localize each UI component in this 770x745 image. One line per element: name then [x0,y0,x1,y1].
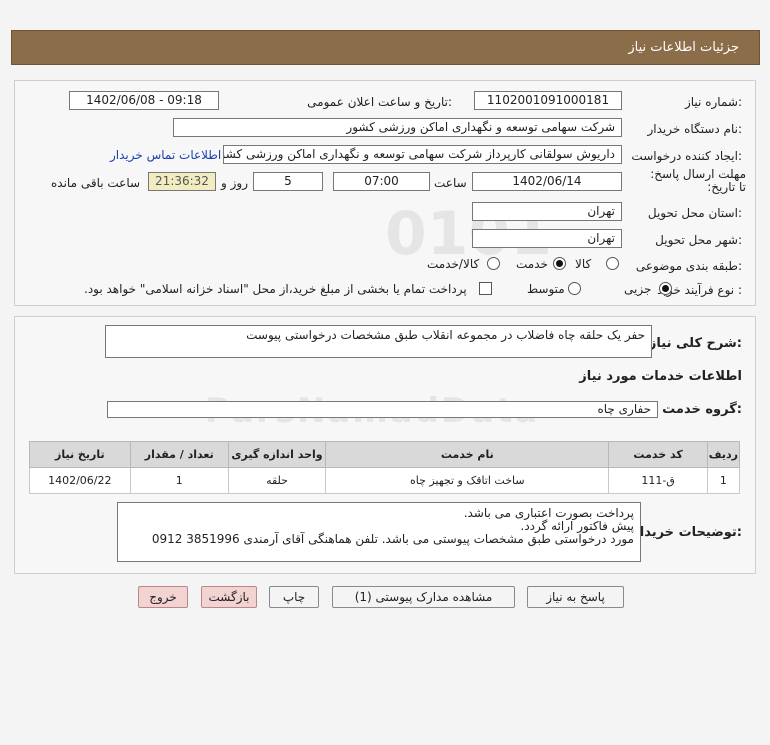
table-cell-need-date: 1402/06/22 [29,467,131,494]
table-cell-quantity: 1 [129,467,229,494]
category-radio-goods[interactable] [606,257,619,270]
category-option-service: خدمت [516,257,548,271]
category-label: طبقه بندی موضوعی: [635,259,742,273]
notes-line: مورد درخواستی طبق مشخصات پیوستی می باشد.… [151,532,634,546]
buyer-notes-box: پرداخت بصورت اعتباری می باشد. پیش فاکتور… [117,502,641,562]
summary-field: حفر یک حلقه چاه فاضلاب در مجموعه انقلاب … [105,325,652,358]
summary-label: شرح کلی نیاز: [648,336,742,351]
process-radio-medium[interactable] [568,282,581,295]
exit-button[interactable]: خروج [138,586,188,608]
deadline-label: مهلت ارسال پاسخ: تا تاریخ: [650,167,746,194]
city-field: تهران [472,229,622,248]
announce-field: 1402/06/08 - 09:18 [69,91,219,110]
page-title: جزئیات اطلاعات نیاز [628,40,739,55]
reply-button[interactable]: پاسخ به نیاز [527,586,624,608]
table-header-row: تاریخ نیاز تعداد / مقدار واحد اندازه گیر… [29,441,741,468]
print-button[interactable]: چاپ [269,586,319,608]
back-button[interactable]: بازگشت [201,586,257,608]
remaining-label: ساعت باقی مانده [51,176,141,190]
creator-field: داریوش سولقانی کارپرداز شرکت سهامی توسعه… [223,145,622,164]
announce-label: تاریخ و ساعت اعلان عمومی: [307,95,452,109]
table-header-cell: ردیف [706,441,741,468]
table-row: 1402/06/22 1 حلقه ساخت اتاقک و تجهیز چاه… [29,467,741,494]
services-table: تاریخ نیاز تعداد / مقدار واحد اندازه گیر… [29,441,741,494]
category-radio-goods-service[interactable] [487,257,500,270]
time-label: ساعت [434,176,467,190]
buyer-org-label: نام دستگاه خریدار: [647,122,743,136]
need-number-field: 1102001091000181 [474,91,622,110]
view-docs-button[interactable]: مشاهده مدارک پیوستی (1) [332,586,515,608]
city-label: شهر محل تحویل: [655,233,742,247]
services-title: اطلاعات خدمات مورد نیاز [579,369,742,384]
deadline-date-field: 1402/06/14 [472,172,622,191]
table-header-cell: کد خدمت [608,441,708,468]
process-option-minor: جزیی [624,282,652,296]
service-group-label: گروه خدمت: [662,402,742,417]
table-cell-unit: حلقه [227,467,327,494]
category-radio-service[interactable] [553,257,566,270]
treasury-payment-note: پرداخت تمام یا بخشی از مبلغ خرید،از محل … [84,282,467,296]
remaining-time-field: 21:36:32 [148,172,216,191]
category-option-goods-service: کالا/خدمت [427,257,480,271]
buyer-org-field: شرکت سهامی توسعه و نگهداری اماکن ورزشی ک… [173,118,622,137]
table-cell-row-number: 1 [706,467,741,494]
table-header-cell: واحد اندازه گیری [227,441,327,468]
deadline-time-field: 07:00 [333,172,430,191]
process-radio-minor[interactable] [659,282,672,295]
service-group-field: حفاری چاه [107,401,658,418]
days-field: 5 [253,172,323,191]
province-label: استان محل تحویل: [647,206,742,220]
process-option-medium: متوسط [527,282,565,296]
table-cell-service-code: ق-111 [608,467,708,494]
table-header-cell: تاریخ نیاز [29,441,131,468]
days-label: روز و [221,176,248,190]
table-header-cell: تعداد / مقدار [129,441,229,468]
contact-buyer-link[interactable]: اطلاعات تماس خریدار [110,148,221,162]
page-header: جزئیات اطلاعات نیاز [11,30,760,65]
category-option-goods: کالا [575,257,592,271]
need-number-label: شماره نیاز: [684,95,742,109]
province-field: تهران [472,202,622,221]
table-header-cell: نام خدمت [325,441,610,468]
notes-label: توضیحات خریدار: [632,525,742,540]
creator-label: ایجاد کننده درخواست: [631,149,742,163]
table-cell-service-name: ساخت اتاقک و تجهیز چاه [325,467,610,494]
treasury-payment-checkbox[interactable] [479,282,492,295]
